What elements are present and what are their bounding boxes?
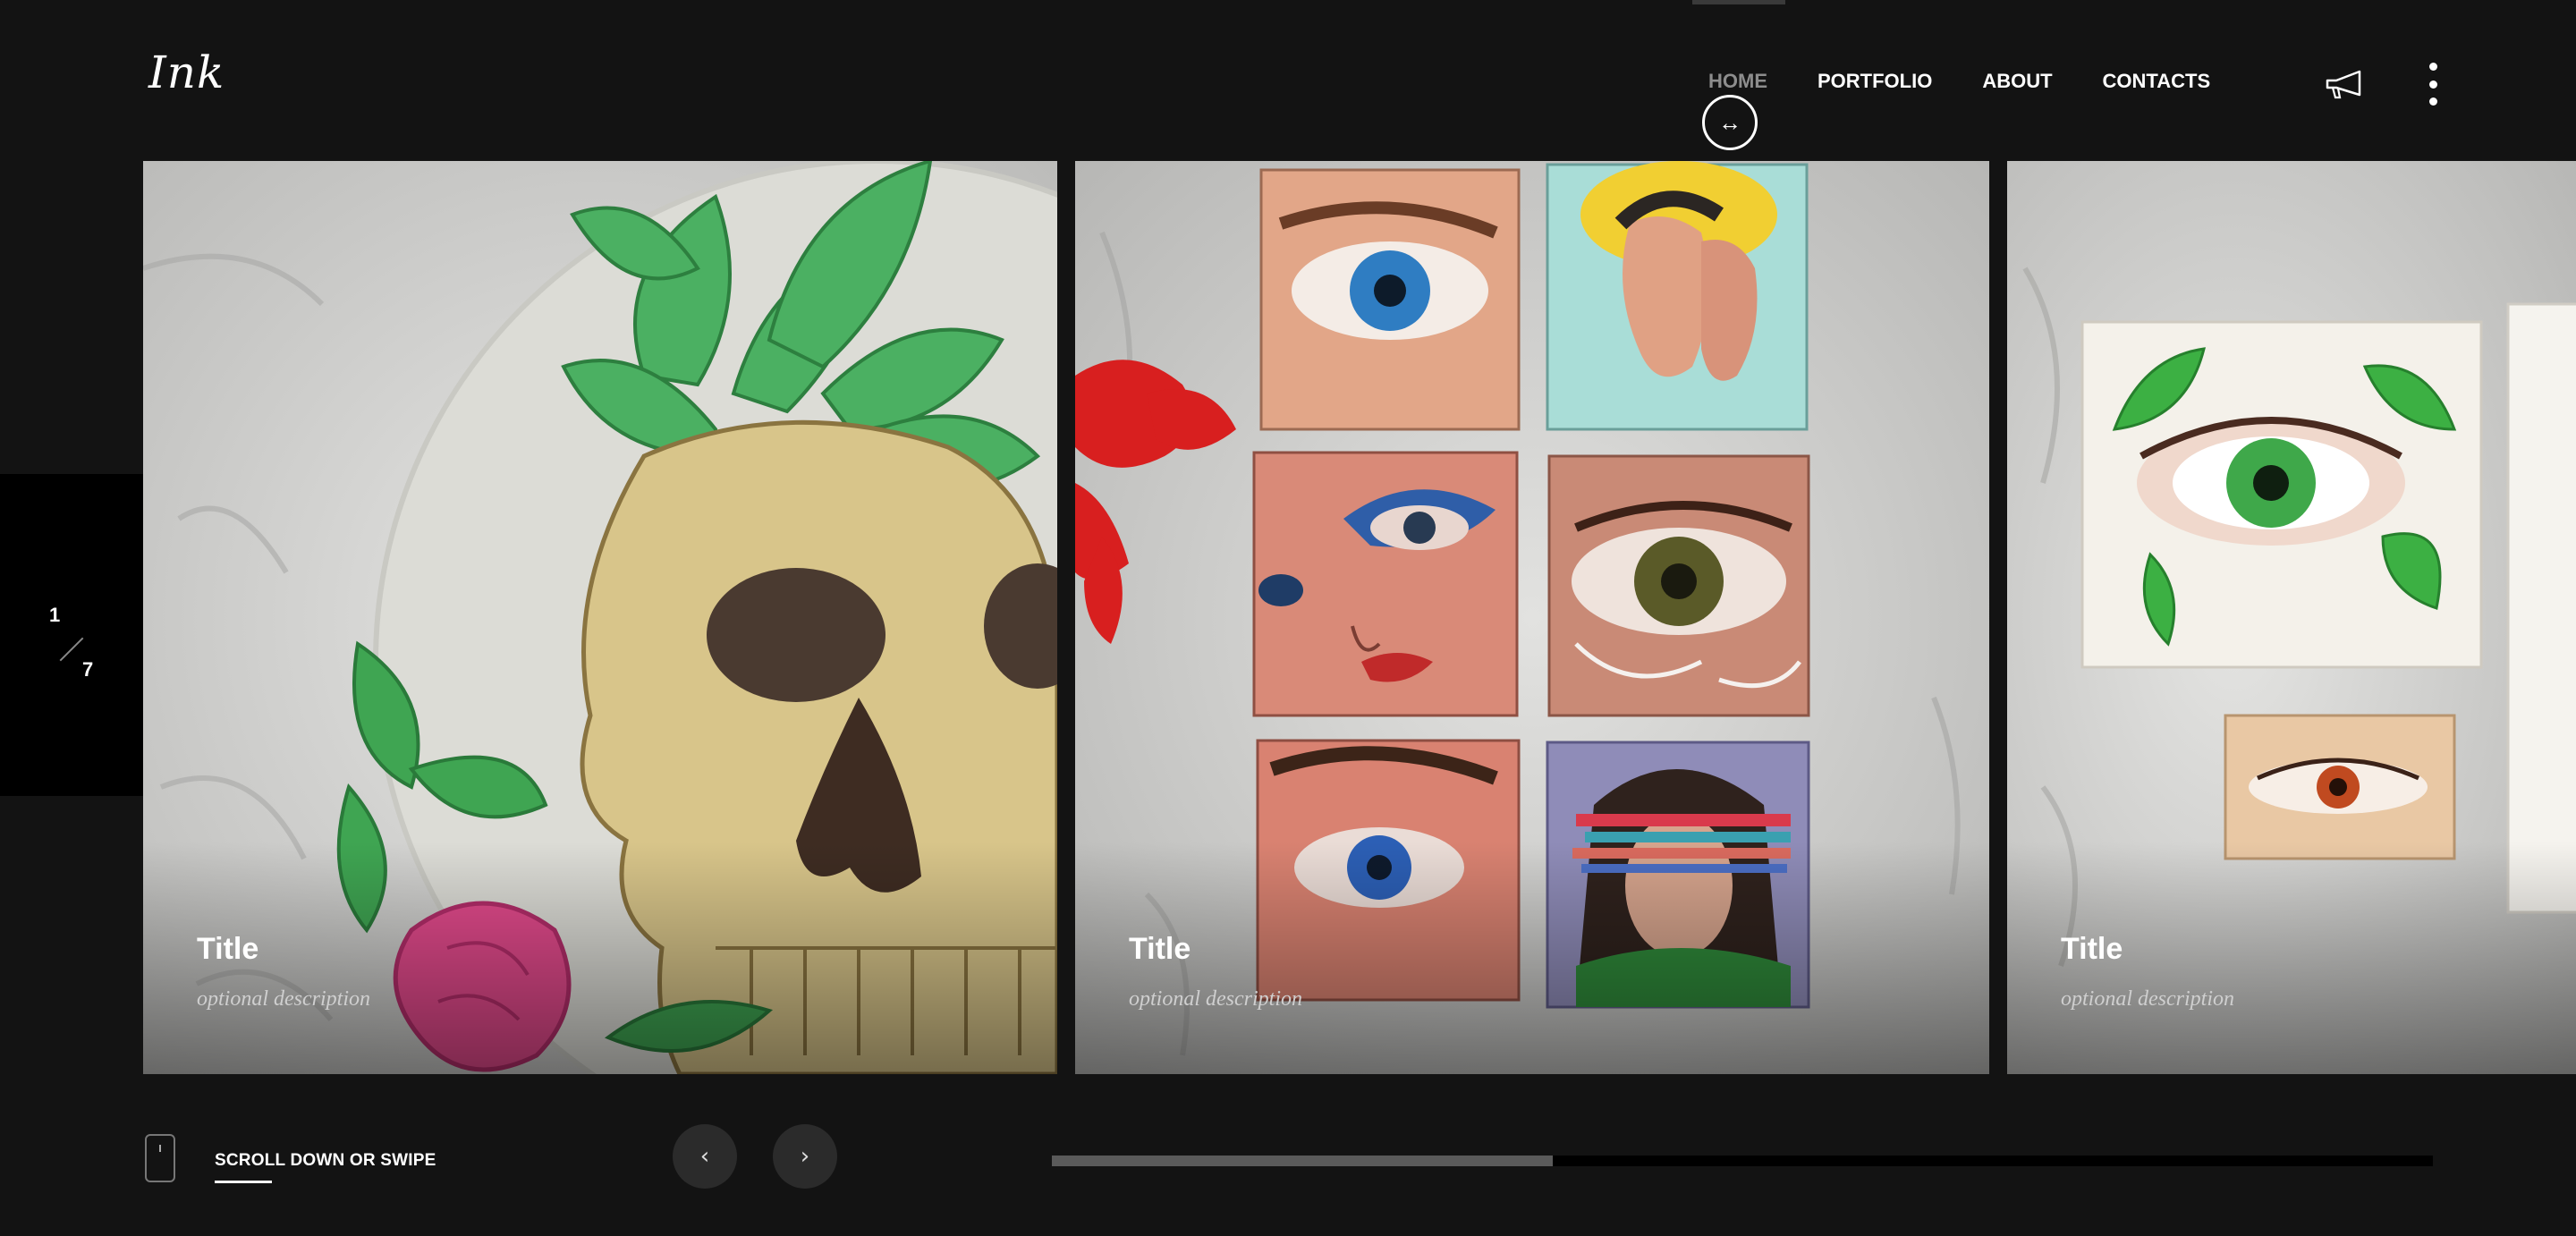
chevron-left-icon: ‹ [699,1143,710,1170]
slide-card-1[interactable]: Title optional description [143,161,1057,1074]
main-nav: HOME PORTFOLIO ABOUT CONTACTS [1708,70,2260,93]
caption-shade [1075,842,1989,1074]
slide-card-2[interactable]: Title optional description [1075,161,1989,1074]
prev-slide-button[interactable]: ‹ [673,1124,737,1189]
slider-progress-track[interactable] [1052,1156,2433,1166]
top-indicator [1692,0,1785,4]
drag-cursor-icon: ↔ [1702,95,1758,150]
counter-total: 7 [82,658,94,681]
slide-description: optional description [2061,987,2234,1011]
phone-swipe-icon [145,1134,175,1182]
nav-portfolio[interactable]: PORTFOLIO [1818,70,1932,93]
slide-card-3[interactable]: Title optional description [2007,161,2576,1074]
nav-about[interactable]: ABOUT [1982,70,2052,93]
slide-title: Title [1129,932,1191,966]
chevron-right-icon: › [800,1143,810,1170]
nav-home[interactable]: HOME [1708,70,1767,93]
slider-progress-fill [1052,1156,1554,1166]
caption-shade [143,842,1057,1074]
slide-title: Title [2061,932,2123,966]
kebab-menu-icon[interactable] [2422,63,2444,106]
next-slide-button[interactable]: › [773,1124,837,1189]
nav-contacts[interactable]: CONTACTS [2103,70,2211,93]
counter-current: 1 [49,604,61,626]
site-logo[interactable]: Ink [148,47,225,98]
scroll-hint-underline [215,1181,272,1183]
slide-counter-panel [0,474,143,796]
megaphone-icon[interactable] [2324,68,2365,100]
scroll-hint-text: SCROLL DOWN OR SWIPE [215,1151,436,1170]
slide-description: optional description [197,987,370,1011]
slide-title: Title [197,932,259,966]
slide-description: optional description [1129,987,1302,1011]
